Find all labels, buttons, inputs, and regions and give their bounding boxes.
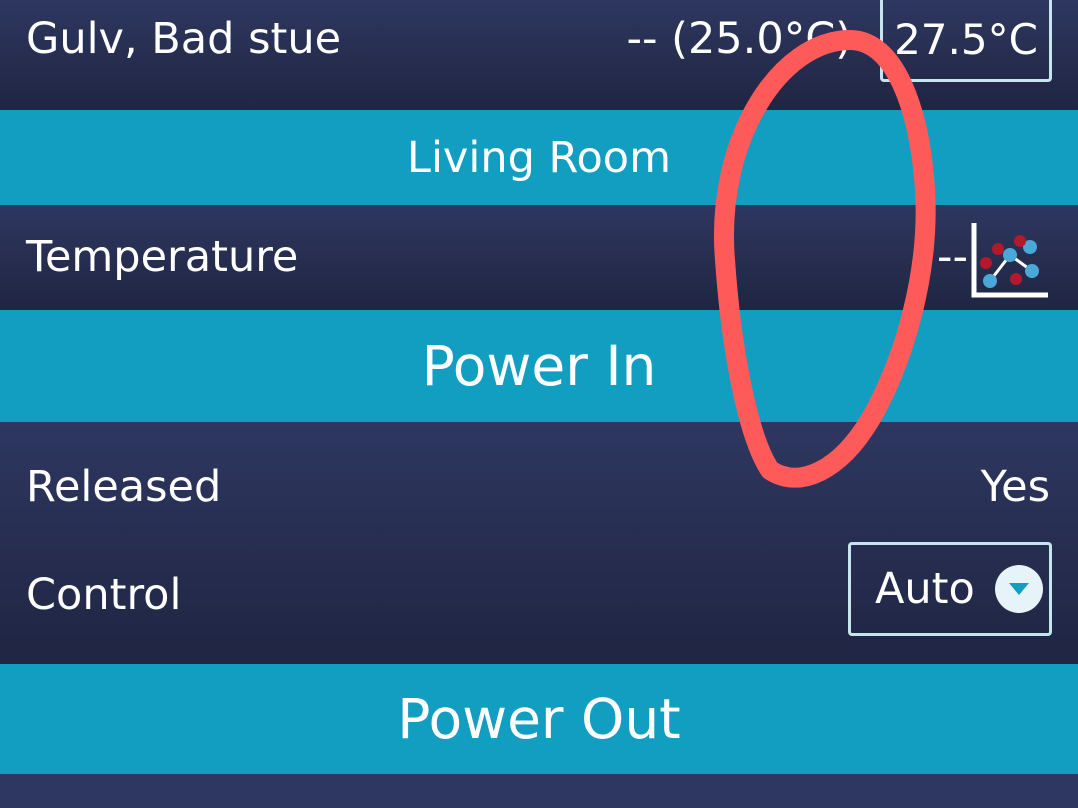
section-header-living-room: Living Room <box>0 110 1078 205</box>
section-header-power-out: Power Out <box>0 664 1078 774</box>
released-value: Yes <box>980 462 1050 512</box>
released-label: Released <box>26 462 222 512</box>
gulv-label: Gulv, Bad stue <box>26 14 342 64</box>
control-dropdown[interactable]: Auto <box>848 542 1052 636</box>
setpoint-button[interactable]: 27.5°C <box>880 0 1052 82</box>
row-temperature: Temperature -- <box>0 205 1078 310</box>
row-partial-bottom <box>0 774 1078 808</box>
gulv-reading: -- (25.0°C) <box>626 14 852 64</box>
power-in-block: Released Yes Control Auto <box>0 422 1078 664</box>
row-gulv-bad-stue: Gulv, Bad stue -- (25.0°C) 27.5°C <box>0 0 1078 110</box>
control-label: Control <box>26 570 182 620</box>
temperature-value: -- <box>936 232 968 282</box>
control-selected-value: Auto <box>875 564 975 614</box>
section-header-power-in: Power In <box>0 310 1078 422</box>
chevron-down-icon[interactable] <box>995 565 1043 613</box>
temperature-label: Temperature <box>26 232 299 282</box>
chart-icon[interactable] <box>968 219 1052 299</box>
